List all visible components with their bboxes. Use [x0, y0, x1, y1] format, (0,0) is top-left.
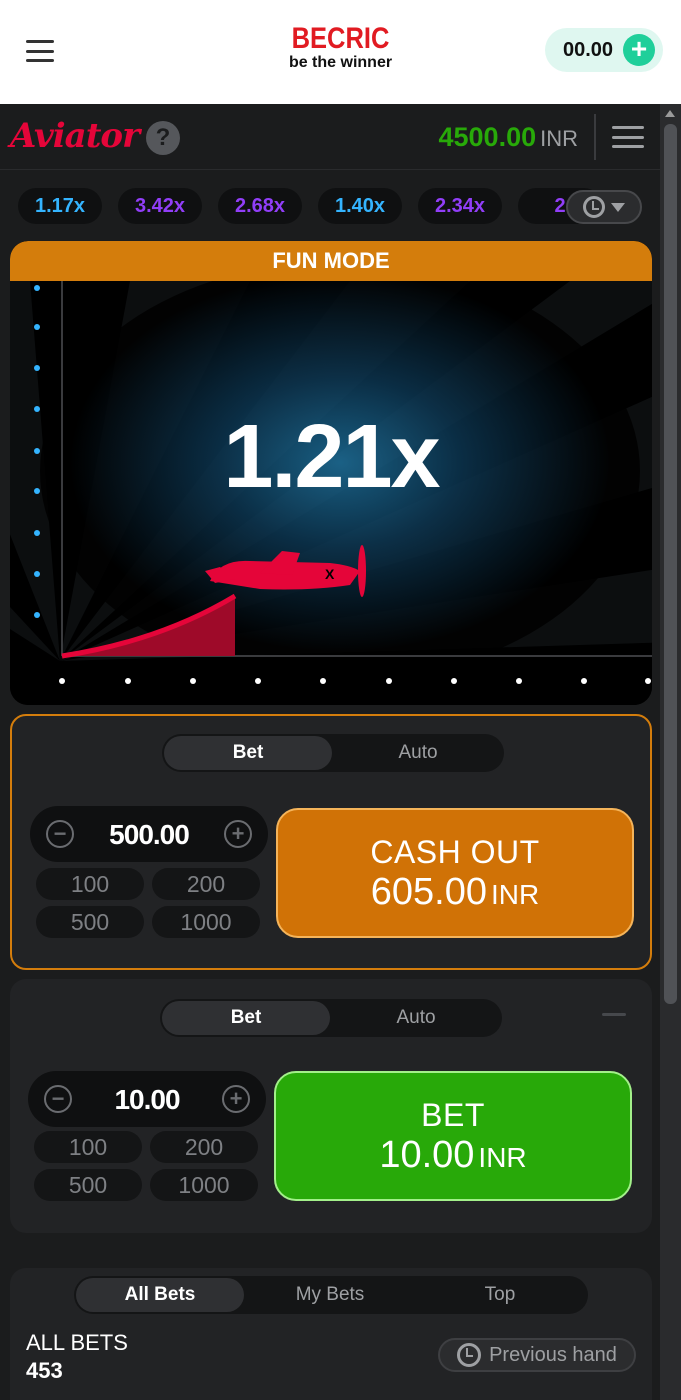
- previous-hand-label: Previous hand: [489, 1343, 617, 1366]
- game-balance-amount: 4500.00: [438, 122, 537, 152]
- decrease-icon[interactable]: −: [44, 1085, 72, 1113]
- bets-tabs: All Bets My Bets Top: [74, 1276, 588, 1314]
- history-chip[interactable]: 3.42x: [118, 188, 202, 224]
- scrollbar[interactable]: [660, 104, 681, 1400]
- history-clock-icon: [583, 196, 605, 218]
- bets-section: All Bets My Bets Top ALL BETS 453 Previo…: [10, 1268, 652, 1400]
- quick-amount-button[interactable]: 100: [36, 868, 144, 900]
- quick-amount-button[interactable]: 200: [150, 1131, 258, 1163]
- game-balance: 4500.00 INR: [439, 122, 579, 153]
- scroll-up-arrow-icon[interactable]: [665, 110, 675, 117]
- cash-out-amount: 605.00 INR: [278, 871, 632, 914]
- current-multiplier: 1.21x: [223, 407, 440, 507]
- bet-button-amount: 10.00 INR: [276, 1134, 630, 1177]
- bet-mode-switch-2: Bet Auto: [160, 999, 502, 1037]
- bet-mode-switch-1: Bet Auto: [162, 734, 504, 772]
- increase-icon[interactable]: +: [222, 1085, 250, 1113]
- history-chip[interactable]: 1.40x: [318, 188, 402, 224]
- aviator-logo: Aviator: [10, 116, 140, 156]
- wallet-balance-button[interactable]: 00.00 +: [545, 28, 663, 72]
- bet-panel-2: Bet Auto − 10.00 + 100 200 500 1000 BET …: [10, 979, 652, 1233]
- bet-button-currency: INR: [478, 1142, 527, 1173]
- game-header: Aviator ? 4500.00 INR: [0, 104, 660, 170]
- history-clock-icon: [457, 1343, 482, 1367]
- quick-amount-button[interactable]: 500: [36, 906, 144, 938]
- bet-amount-input[interactable]: 10.00: [78, 1084, 216, 1116]
- dropdown-caret-icon: [611, 202, 625, 212]
- tab-bet[interactable]: Bet: [162, 1001, 330, 1035]
- bet-panel-1: Bet Auto − 500.00 + 100 200 500 1000 CAS…: [10, 714, 652, 970]
- quick-amount-button[interactable]: 1000: [150, 1169, 258, 1201]
- quick-amount-button[interactable]: 1000: [152, 906, 260, 938]
- quick-amount-button[interactable]: 100: [34, 1131, 142, 1163]
- tab-auto[interactable]: Auto: [334, 736, 502, 770]
- bet-button-value: 10.00: [379, 1134, 475, 1176]
- game-stage: X FUN MODE 1.21x: [10, 241, 652, 705]
- history-toggle-button[interactable]: [566, 190, 642, 224]
- deposit-plus-icon[interactable]: +: [623, 34, 655, 66]
- tab-my-bets[interactable]: My Bets: [246, 1278, 414, 1312]
- cash-out-currency: INR: [491, 879, 540, 910]
- tab-auto[interactable]: Auto: [332, 1001, 500, 1035]
- all-bets-count: 453: [26, 1358, 63, 1383]
- place-bet-button[interactable]: BET 10.00 INR: [274, 1071, 632, 1201]
- cash-out-button[interactable]: CASH OUT 605.00 INR: [276, 808, 634, 938]
- quick-amount-button[interactable]: 200: [152, 868, 260, 900]
- decrease-icon[interactable]: −: [46, 820, 74, 848]
- game-balance-currency: INR: [540, 126, 578, 151]
- bet-amount-input[interactable]: 500.00: [80, 819, 218, 851]
- previous-hand-button[interactable]: Previous hand: [438, 1338, 636, 1372]
- bet-label: BET: [421, 1097, 485, 1133]
- remove-panel-icon[interactable]: [602, 1013, 626, 1016]
- quick-amount-button[interactable]: 500: [34, 1169, 142, 1201]
- history-chip[interactable]: 2.68x: [218, 188, 302, 224]
- header-divider: [594, 114, 596, 160]
- multiplier-history: 1.17x 3.42x 2.68x 1.40x 2.34x 2: [0, 170, 660, 240]
- tab-all-bets[interactable]: All Bets: [76, 1278, 244, 1312]
- history-chip[interactable]: 1.17x: [18, 188, 102, 224]
- scrollbar-thumb[interactable]: [664, 124, 677, 1004]
- wallet-balance: 00.00: [563, 38, 614, 61]
- fun-mode-banner: FUN MODE: [10, 241, 652, 281]
- tab-bet[interactable]: Bet: [164, 736, 332, 770]
- game-menu-icon[interactable]: [612, 126, 644, 148]
- bet-amount-stepper-1: − 500.00 +: [30, 806, 268, 862]
- bet-amount-stepper-2: − 10.00 +: [28, 1071, 266, 1127]
- tab-top[interactable]: Top: [416, 1278, 584, 1312]
- increase-icon[interactable]: +: [224, 820, 252, 848]
- brand-name: BECRIC: [291, 22, 390, 55]
- svg-text:X: X: [325, 566, 335, 582]
- cash-out-label: CASH OUT: [370, 834, 540, 870]
- cash-out-value: 605.00: [370, 871, 487, 913]
- aviator-game: Aviator ? 4500.00 INR 1.17x 3.42x 2.68x 1…: [0, 104, 660, 1400]
- all-bets-title: ALL BETS: [26, 1330, 128, 1355]
- history-chip[interactable]: 2.34x: [418, 188, 502, 224]
- help-icon[interactable]: ?: [146, 121, 180, 155]
- site-header: BECRIC be the winner 00.00 +: [0, 0, 681, 104]
